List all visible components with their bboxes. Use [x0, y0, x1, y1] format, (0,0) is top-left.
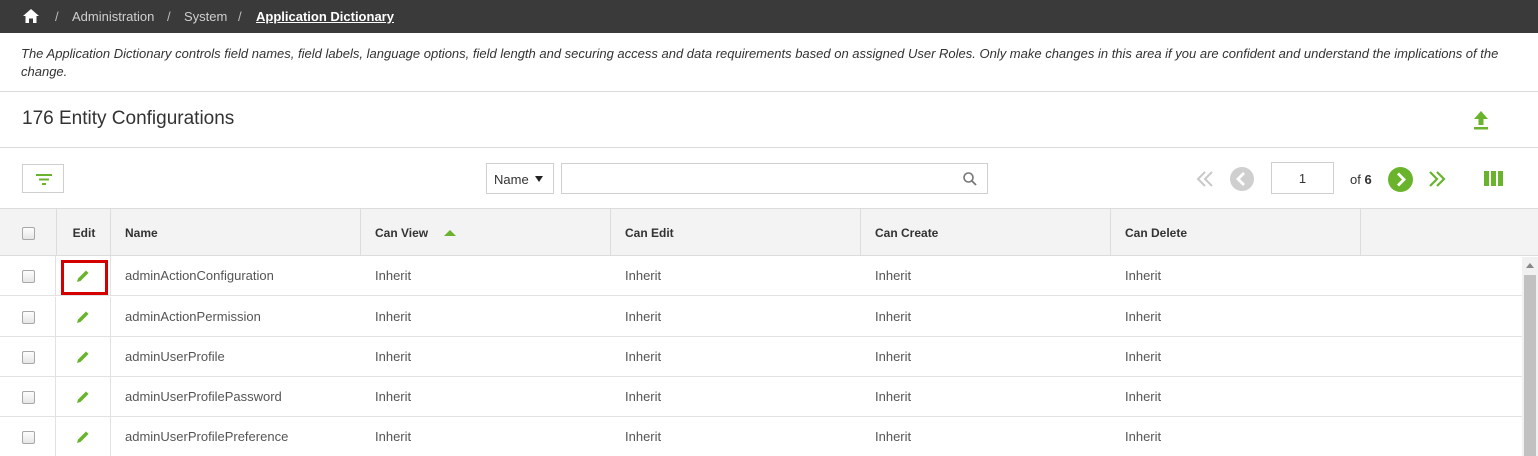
page-total: 6 — [1364, 172, 1372, 187]
row-can-delete: Inherit — [1125, 309, 1162, 324]
row-can-delete: Inherit — [1125, 268, 1162, 283]
row-checkbox[interactable] — [22, 391, 35, 404]
column-header-can-edit[interactable]: Can Edit — [610, 209, 861, 256]
row-name: adminUserProfilePassword — [125, 389, 282, 404]
previous-page-button[interactable] — [1230, 167, 1254, 191]
breadcrumb-separator: / — [167, 9, 171, 24]
table-row[interactable]: adminActionConfiguration Inherit Inherit… — [0, 256, 1522, 296]
pencil-icon[interactable] — [75, 309, 91, 325]
divider — [0, 91, 1538, 92]
row-checkbox[interactable] — [22, 270, 35, 283]
breadcrumb-administration[interactable]: Administration — [72, 9, 154, 24]
row-can-delete: Inherit — [1125, 389, 1162, 404]
row-can-edit: Inherit — [625, 429, 662, 444]
breadcrumb-separator: / — [55, 9, 59, 24]
row-can-edit: Inherit — [625, 268, 662, 283]
row-name: adminUserProfile — [125, 349, 225, 364]
table-row[interactable]: adminUserProfile Inherit Inherit Inherit… — [0, 337, 1522, 377]
column-header-can-delete[interactable]: Can Delete — [1110, 209, 1361, 256]
columns-icon[interactable] — [1484, 171, 1503, 186]
filter-button[interactable] — [22, 164, 64, 193]
page-number-input[interactable] — [1271, 162, 1334, 194]
row-can-delete: Inherit — [1125, 429, 1162, 444]
caret-down-icon — [535, 176, 543, 182]
filter-icon — [36, 174, 52, 185]
page-of-text: of — [1350, 172, 1361, 187]
row-can-view: Inherit — [375, 389, 412, 404]
row-can-create: Inherit — [875, 389, 912, 404]
previous-page-icon — [1236, 172, 1245, 186]
first-page-icon[interactable] — [1196, 170, 1214, 188]
edit-highlight-box — [61, 260, 108, 295]
last-page-icon[interactable] — [1427, 170, 1447, 188]
row-can-create: Inherit — [875, 309, 912, 324]
table-row[interactable]: adminActionPermission Inherit Inherit In… — [0, 297, 1522, 337]
row-checkbox[interactable] — [22, 311, 35, 324]
row-name: adminActionPermission — [125, 309, 261, 324]
row-can-create: Inherit — [875, 268, 912, 283]
next-page-button[interactable] — [1388, 167, 1413, 192]
page-title: 176 Entity Configurations — [22, 108, 235, 129]
breadcrumb-separator: / — [238, 9, 242, 24]
search-field-select[interactable]: Name — [486, 163, 554, 194]
row-checkbox[interactable] — [22, 431, 35, 444]
search-input[interactable] — [561, 163, 988, 194]
row-can-edit: Inherit — [625, 389, 662, 404]
table-scrollbar[interactable] — [1522, 257, 1538, 456]
scroll-up-arrow-icon[interactable] — [1526, 263, 1534, 268]
column-header-can-view[interactable]: Can View — [360, 209, 611, 256]
select-all-checkbox[interactable] — [22, 227, 35, 240]
divider — [0, 147, 1538, 148]
row-name: adminUserProfilePreference — [125, 429, 289, 444]
column-header-name[interactable]: Name — [110, 209, 456, 256]
column-header-spacer — [1360, 209, 1538, 256]
row-can-view: Inherit — [375, 349, 412, 364]
row-can-delete: Inherit — [1125, 349, 1162, 364]
pencil-icon[interactable] — [75, 429, 91, 445]
breadcrumb-bar: / Administration / System / Application … — [0, 0, 1538, 33]
column-header-can-create[interactable]: Can Create — [860, 209, 1111, 256]
upload-icon[interactable] — [1472, 110, 1490, 130]
row-name: adminActionConfiguration — [125, 268, 274, 283]
home-icon[interactable] — [22, 8, 40, 24]
row-can-create: Inherit — [875, 349, 912, 364]
page-description: The Application Dictionary controls fiel… — [21, 46, 1499, 79]
row-checkbox[interactable] — [22, 351, 35, 364]
scrollbar-thumb[interactable] — [1524, 275, 1536, 456]
row-can-edit: Inherit — [625, 309, 662, 324]
row-can-view: Inherit — [375, 309, 412, 324]
row-can-view: Inherit — [375, 429, 412, 444]
pencil-icon[interactable] — [75, 349, 91, 365]
breadcrumb-application-dictionary[interactable]: Application Dictionary — [256, 9, 394, 24]
table-row[interactable]: adminUserProfilePreference Inherit Inher… — [0, 417, 1522, 456]
row-can-edit: Inherit — [625, 349, 662, 364]
pencil-icon[interactable] — [75, 389, 91, 405]
entity-configurations-table: Edit Name Can View Can Edit Can Create C… — [0, 208, 1538, 456]
search-icon[interactable] — [962, 171, 978, 187]
table-row[interactable]: adminUserProfilePassword Inherit Inherit… — [0, 377, 1522, 417]
next-page-icon — [1397, 172, 1406, 187]
breadcrumb-system[interactable]: System — [184, 9, 227, 24]
table-header: Edit Name Can View Can Edit Can Create C… — [0, 208, 1538, 256]
page-total-label: of 6 — [1350, 172, 1372, 187]
column-header-edit: Edit — [56, 209, 111, 256]
row-can-create: Inherit — [875, 429, 912, 444]
row-can-view: Inherit — [375, 268, 412, 283]
search-field-value: Name — [494, 172, 529, 187]
